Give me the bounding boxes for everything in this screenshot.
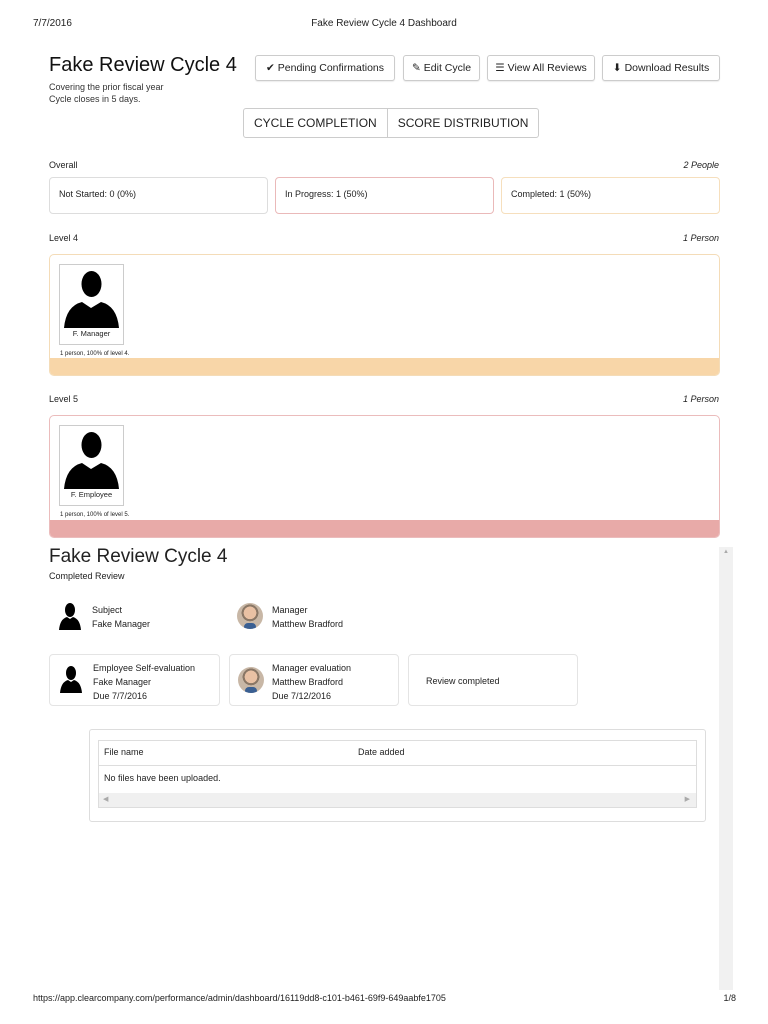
scroll-up-icon[interactable]: ▲ [723,549,729,555]
manager-name: Matthew Bradford [272,619,344,629]
review-status: Completed Review [49,571,125,581]
button-label: Edit Cycle [423,62,472,74]
check-icon: ✔ [265,62,275,74]
view-all-reviews-button[interactable]: ☰ View All Reviews [487,55,595,81]
in-progress-stat: In Progress: 1 (50%) [275,177,494,214]
manager-label: Manager [272,605,308,615]
level-progress-bar [50,358,719,375]
files-table: File name Date added No files have been … [98,740,697,808]
view-tabs: CYCLE COMPLETION SCORE DISTRIBUTION [243,108,540,138]
level-4-card: F. Manager 1 person, 100% of level 4. [49,254,720,376]
person-name: F. Employee [70,490,113,499]
review-title: Fake Review Cycle 4 [49,546,228,567]
step-name: Fake Manager [93,677,152,687]
person-card[interactable]: F. Manager [59,264,124,345]
cycle-title: Fake Review Cycle 4 [49,54,237,76]
level-4-count: 1 Person [682,233,719,243]
person-name: F. Manager [72,329,111,338]
manager-avatar [238,667,264,693]
col-date-added: Date added [358,747,405,757]
pending-confirmations-button[interactable]: ✔ Pending Confirmations [255,55,395,81]
list-icon: ☰ [495,62,505,74]
not-started-stat: Not Started: 0 (0%) [49,177,268,214]
step-due: Due 7/7/2016 [93,691,148,701]
files-panel: File name Date added No files have been … [89,729,706,822]
print-page: 1/8 [723,993,736,1003]
step-name: Matthew Bradford [272,677,344,687]
print-title: Fake Review Cycle 4 Dashboard [311,18,457,29]
level-4-label: Level 4 [49,233,79,243]
completed-stat: Completed: 1 (50%) [501,177,720,214]
level-5-count: 1 Person [682,394,719,404]
level-5-label: Level 5 [49,394,79,404]
level-note: 1 person, 100% of level 4. [60,351,130,357]
manager-avatar [237,603,263,629]
step-due: Due 7/12/2016 [272,691,332,701]
review-completed-step[interactable]: Review completed [408,654,578,706]
cycle-close-note: Cycle closes in 5 days. [49,94,141,104]
manager-evaluation-step[interactable]: Manager evaluation Matthew Bradford Due 7/… [229,654,399,706]
overall-label: Overall [49,160,78,170]
col-file-name: File name [104,747,144,757]
step-title: Manager evaluation [272,663,352,673]
vertical-scrollbar[interactable]: ▲ [719,547,733,990]
level-5-card: F. Employee 1 person, 100% of level 5. [49,415,720,538]
subject-silhouette-icon [59,603,81,630]
employee-silhouette-icon [60,666,82,693]
level-progress-bar [50,520,719,537]
cycle-subtitle: Covering the prior fiscal year [49,82,164,92]
edit-cycle-button[interactable]: ✎ Edit Cycle [403,55,480,81]
download-icon: ⬇ [612,62,622,74]
button-label: Download Results [624,62,710,74]
step-title: Review completed [426,676,500,686]
pencil-icon: ✎ [411,62,421,74]
tab-score-distribution[interactable]: SCORE DISTRIBUTION [386,109,539,137]
person-silhouette-icon [64,432,119,489]
overall-count: 2 People [683,160,719,170]
scroll-left-icon[interactable]: ◀ [103,795,108,803]
button-label: View All Reviews [507,62,587,74]
tab-cycle-completion[interactable]: CYCLE COMPLETION [244,109,387,137]
level-note: 1 person, 100% of level 5. [60,512,130,518]
scroll-right-icon[interactable]: ▶ [685,795,690,803]
person-silhouette-icon [64,271,119,328]
download-results-button[interactable]: ⬇ Download Results [602,55,720,81]
subject-label: Subject [92,605,123,615]
print-url: https://app.clearcompany.com/performance… [33,993,446,1003]
button-label: Pending Confirmations [277,62,385,74]
person-card[interactable]: F. Employee [59,425,124,506]
subject-name: Fake Manager [92,619,151,629]
self-evaluation-step[interactable]: Employee Self-evaluation Fake Manager Due … [49,654,220,706]
empty-message: No files have been uploaded. [104,773,221,783]
step-title: Employee Self-evaluation [93,663,196,673]
horizontal-scrollbar[interactable]: ◀ ▶ [99,793,696,807]
